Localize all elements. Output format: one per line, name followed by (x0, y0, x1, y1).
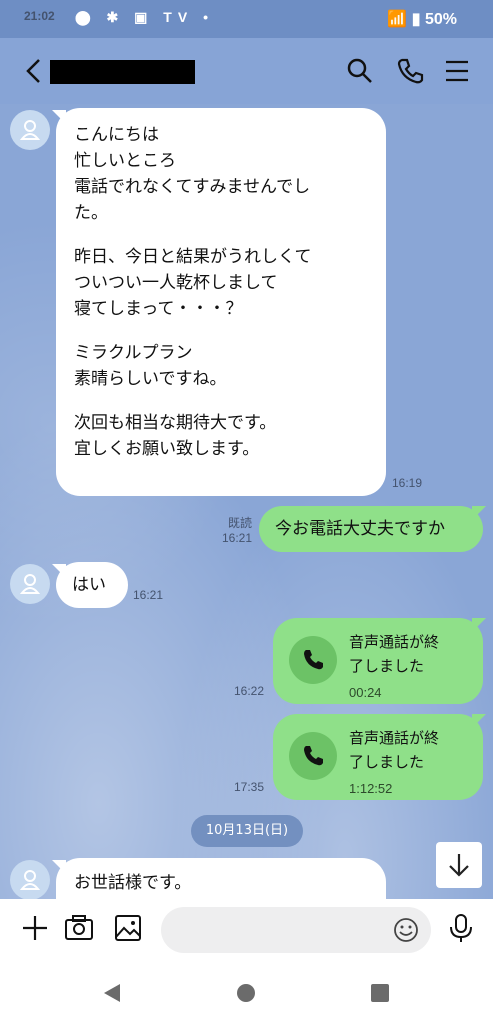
call-status-text: 音声通話が終 了しました (349, 729, 440, 771)
incoming-message-bubble[interactable]: お世話様です。 (56, 858, 386, 899)
menu-icon[interactable] (443, 57, 471, 85)
microphone-icon[interactable] (446, 913, 476, 943)
system-nav-bar (0, 961, 493, 1024)
call-status-text: 音声通話が終 了しました (349, 633, 440, 675)
back-chevron-icon[interactable] (24, 58, 44, 84)
plus-icon[interactable] (20, 913, 50, 943)
avatar[interactable] (10, 564, 50, 604)
person-icon (20, 120, 40, 140)
nav-recents-icon[interactable] (370, 983, 390, 1003)
chat-header (0, 38, 493, 104)
message-paragraph: 昨日、今日と結果がうれしくて ついつい一人乾杯しまして 寝てしまって・・・？ (74, 247, 312, 319)
message-time: 16:22 (234, 684, 265, 698)
avatar[interactable] (10, 860, 50, 899)
person-icon (20, 870, 40, 890)
battery-percent: 50% (424, 11, 457, 28)
search-icon[interactable] (346, 57, 374, 85)
call-duration: 00:24 (349, 685, 382, 700)
phone-call-icon (289, 732, 337, 780)
person-icon (20, 574, 40, 594)
scroll-to-bottom-button[interactable] (436, 842, 482, 888)
avatar[interactable] (10, 110, 50, 150)
call-ended-bubble[interactable]: 音声通話が終 了しました 1:12:52 (273, 714, 483, 800)
status-bar: 21:02 ⬤ ✱ ▣ TV • 📶 ▮ 50% (0, 0, 493, 38)
chat-area[interactable]: こんにちは 忙しいところ 電話でれなくてすみませんでし た。 昨日、今日と結果が… (0, 104, 493, 899)
phone-icon[interactable] (396, 57, 424, 85)
message-time: 16:19 (392, 476, 423, 490)
emoji-icon[interactable] (393, 917, 419, 943)
message-text: はい (72, 575, 106, 595)
arrow-down-icon (449, 854, 469, 877)
battery-icon: ▮ (411, 11, 421, 28)
status-right: 📶 ▮ 50% (387, 9, 457, 29)
message-text: 今お電話大丈夫ですか (275, 519, 445, 539)
wifi-icon: 📶 (387, 11, 408, 28)
date-separator: 10月13日(日) (191, 815, 303, 847)
message-paragraph: こんにちは 忙しいところ 電話でれなくてすみませんでし た。 (74, 125, 311, 223)
message-time: 16:21 (133, 588, 164, 602)
message-text: お世話様です。 (74, 873, 192, 893)
call-ended-bubble[interactable]: 音声通話が終 了しました 00:24 (273, 618, 483, 704)
call-duration: 1:12:52 (349, 781, 393, 796)
incoming-message-bubble[interactable]: はい (56, 562, 128, 608)
message-paragraph: ミラクルプラン 素晴らしいですね。 (74, 343, 227, 389)
read-receipt: 既読 16:21 (221, 516, 252, 545)
message-paragraph: 次回も相当な期待大です。 宜しくお願い致します。 (74, 413, 277, 459)
nav-home-icon[interactable] (236, 983, 256, 1003)
camera-icon[interactable] (64, 913, 94, 943)
contact-name-redacted (50, 60, 195, 84)
nav-back-icon[interactable] (102, 983, 122, 1003)
message-input[interactable] (161, 907, 431, 953)
outgoing-message-bubble[interactable]: 今お電話大丈夫ですか (259, 506, 483, 552)
notification-icons: ⬤ ✱ ▣ TV • (75, 9, 214, 25)
image-icon[interactable] (113, 913, 143, 943)
message-input-bar (0, 899, 493, 961)
message-time: 17:35 (234, 780, 265, 794)
status-time: 21:02 (24, 9, 55, 23)
phone-call-icon (289, 636, 337, 684)
incoming-message-bubble[interactable]: こんにちは 忙しいところ 電話でれなくてすみませんでし た。 昨日、今日と結果が… (56, 108, 386, 496)
